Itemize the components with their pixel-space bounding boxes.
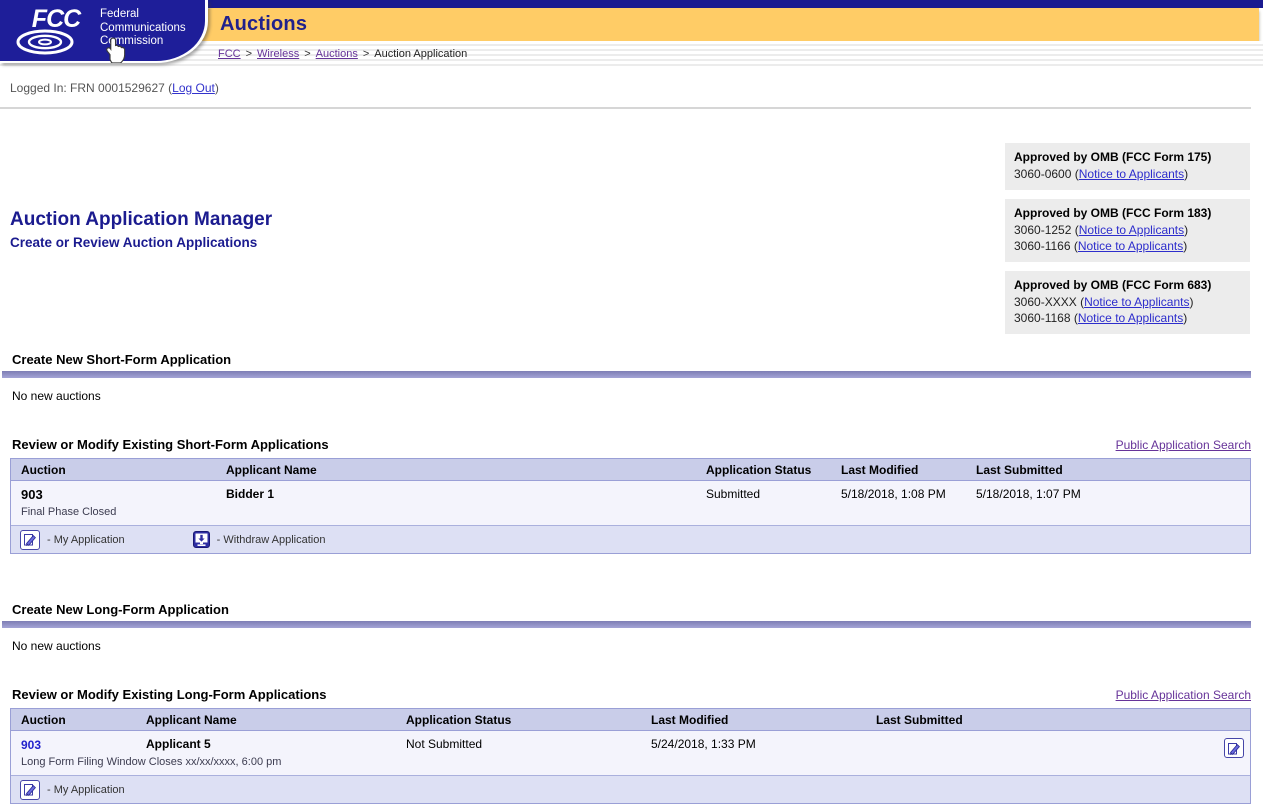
column-header-last-modified: Last Modified [641,713,866,727]
site-header: Auctions FCC > Wireless > Auctions > Auction A… [0,0,1263,67]
table-header-row: Auction Applicant Name Application Statu… [11,459,1250,481]
applicant-name: Applicant 5 [136,737,396,751]
banner: Auctions [200,8,1259,41]
public-application-search-link[interactable]: Public Application Search [1116,438,1251,452]
breadcrumb-separator: > [304,48,310,60]
breadcrumb-link-wireless[interactable]: Wireless [257,48,299,60]
public-application-search-link[interactable]: Public Application Search [1116,688,1251,702]
horizontal-rule [0,107,1251,109]
mouse-cursor [103,37,126,63]
column-header-auction: Auction [11,463,216,477]
legend-label: - Withdraw Application [217,534,326,546]
fcc-seal-icon: FCC [14,4,96,60]
notice-to-applicants-link[interactable]: Notice to Applicants [1078,311,1183,325]
table-legend: - My Application - Withdraw Application [11,525,1250,553]
notice-to-applicants-link[interactable]: Notice to Applicants [1079,223,1184,237]
my-application-icon [20,530,40,550]
short-form-applications-table: Auction Applicant Name Application Statu… [10,458,1251,554]
breadcrumb-separator: > [246,48,252,60]
column-header-last-submitted: Last Submitted [966,463,1250,477]
last-modified: 5/24/2018, 1:33 PM [641,737,866,751]
notice-to-applicants-link[interactable]: Notice to Applicants [1078,239,1183,253]
last-modified: 5/18/2018, 1:08 PM [831,487,966,501]
omb-box-form-183: Approved by OMB (FCC Form 183) 3060-1252… [1005,199,1250,262]
review-short-form-heading: Review or Modify Existing Short-Form App… [12,437,329,452]
create-long-form-heading: Create New Long-Form Application [12,602,1263,617]
column-header-auction: Auction [11,713,136,727]
table-legend: - My Application [11,775,1250,803]
column-header-application-status: Application Status [396,713,641,727]
logged-in-text: Logged In: FRN 0001529627 [10,81,165,95]
review-long-form-heading: Review or Modify Existing Long-Form Appl… [12,687,326,702]
auction-number: 903 [11,487,216,502]
notice-to-applicants-link[interactable]: Notice to Applicants [1084,295,1189,309]
table-row: 903 Applicant 5 Not Submitted 5/24/2018,… [11,731,1250,775]
legend-label: - My Application [47,784,125,796]
page-title: Auction Application Manager [10,209,272,231]
application-status: Not Submitted [396,737,641,751]
section-divider-bar [2,371,1251,378]
omb-box-form-175: Approved by OMB (FCC Form 175) 3060-0600… [1005,143,1250,190]
long-form-applications-table: Auction Applicant Name Application Statu… [10,708,1251,804]
my-application-icon [20,780,40,800]
column-header-application-status: Application Status [696,463,831,477]
logout-link[interactable]: Log Out [172,81,215,95]
breadcrumb-link-auctions[interactable]: Auctions [316,48,358,60]
breadcrumb-link-fcc[interactable]: FCC [218,48,241,60]
column-header-applicant-name: Applicant Name [136,713,396,727]
my-application-button[interactable] [1224,738,1244,758]
table-row: 903 Bidder 1 Submitted 5/18/2018, 1:08 P… [11,481,1250,525]
withdraw-application-icon [193,531,210,548]
create-short-form-heading: Create New Short-Form Application [12,352,1263,367]
no-new-auctions-text: No new auctions [12,389,1263,403]
banner-title: Auctions [200,8,1259,41]
application-status: Submitted [696,487,831,501]
auction-number-link[interactable]: 903 [21,738,41,752]
notice-to-applicants-link[interactable]: Notice to Applicants [1079,167,1184,181]
filing-window-note: Long Form Filing Window Closes xx/xx/xxx… [11,752,1250,775]
column-header-last-submitted: Last Submitted [866,713,1250,727]
table-header-row: Auction Applicant Name Application Statu… [11,709,1250,731]
column-header-applicant-name: Applicant Name [216,463,696,477]
legend-label: - My Application [47,534,125,546]
page-title-block: Auction Application Manager Create or Re… [10,209,272,334]
column-header-last-modified: Last Modified [831,463,966,477]
omb-notices: Approved by OMB (FCC Form 175) 3060-0600… [1005,143,1250,334]
last-submitted: 5/18/2018, 1:07 PM [966,487,1250,501]
no-new-auctions-text: No new auctions [12,639,1263,653]
omb-box-form-683: Approved by OMB (FCC Form 683) 3060-XXXX… [1005,271,1250,334]
section-divider-bar [2,621,1251,628]
breadcrumb-separator: > [363,48,369,60]
page-subtitle: Create or Review Auction Applications [10,235,272,250]
applicant-name: Bidder 1 [216,487,696,501]
login-bar: Logged In: FRN 0001529627 (Log Out) [10,81,1263,95]
breadcrumb-current: Auction Application [374,48,467,60]
svg-text:FCC: FCC [32,5,82,33]
auction-phase-note: Final Phase Closed [11,502,1250,525]
